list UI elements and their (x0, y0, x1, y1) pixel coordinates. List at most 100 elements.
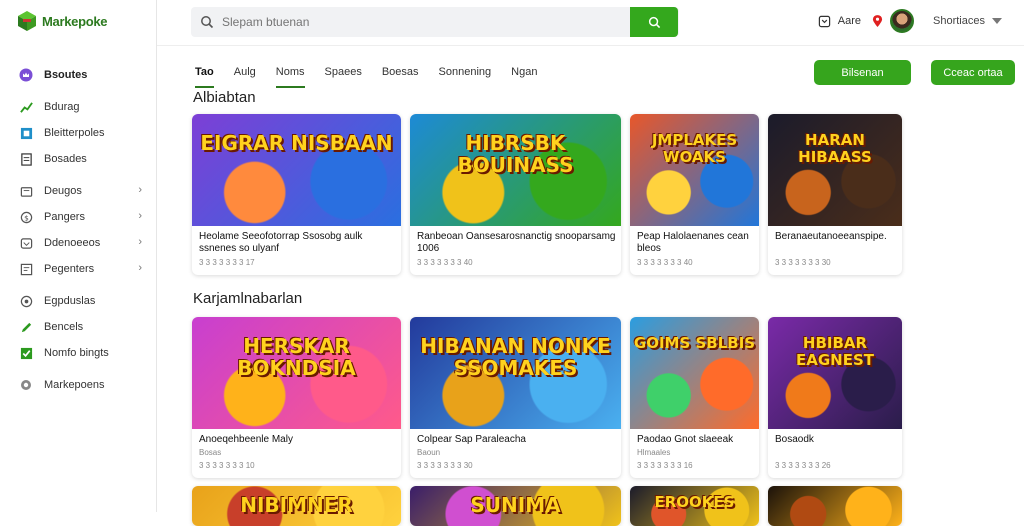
sidebar-item-label: Nomfo bingts (44, 347, 109, 359)
sidebar-item-bosades[interactable]: Bosades (0, 146, 156, 172)
search-button[interactable] (630, 7, 678, 37)
brand-name: Markepoke (42, 13, 108, 29)
section-title: Karjamlnabarlan (193, 290, 303, 307)
game-thumbnail[interactable]: HIBRSBK BOUINASS (410, 114, 621, 226)
sidebar-item-label: Pangers (44, 211, 85, 223)
tab-ngan[interactable]: Ngan (511, 60, 537, 88)
sidebar-item-label: Ddenoeeos (44, 237, 101, 249)
settings-icon (19, 294, 33, 308)
tab-aulg[interactable]: Aulg (234, 60, 256, 88)
notifications-icon[interactable] (818, 15, 831, 28)
sidebar-item-label: Deugos (44, 185, 82, 197)
thumbnail-title: EIGRAR NISBAAN (200, 131, 393, 155)
game-title[interactable]: Beranaeutanoeeanspipe. (775, 231, 897, 243)
thumbnail-title: HARAN HIBAASS (798, 131, 872, 166)
game-thumbnail[interactable]: GOIMS SBLBIS (630, 317, 759, 429)
game-card[interactable]: HERSKAR BOKNDSIA Anoeqehbeenle Maly Bosas 3… (192, 317, 401, 478)
game-card[interactable]: HARAN HIBAASS Beranaeutanoeeanspipe. 3 3 3… (768, 114, 902, 275)
game-card[interactable]: HIBANAN NONKE SSOMAKES Colpear Sap Parale… (410, 317, 621, 478)
game-card[interactable]: NIBIMNER (192, 486, 401, 526)
tab-spaees[interactable]: Spaees (325, 60, 362, 88)
game-thumbnail[interactable]: HBIBAR EAGNEST (768, 317, 902, 429)
tab-noms[interactable]: Noms (275, 60, 305, 88)
brand-logo[interactable]: Markepoke (18, 11, 108, 31)
game-rating: 3 3 3 3 3 3 3 17 (199, 258, 255, 267)
section-title: Albiabtan (193, 89, 256, 106)
top-bar: Aare Shortiaces (157, 0, 1024, 46)
game-title[interactable]: Anoeqehbeenle Maly (199, 434, 396, 446)
game-thumbnail[interactable]: JMPLAKES WOAKS (630, 114, 759, 226)
game-thumbnail[interactable]: EIGRAR NISBAAN (192, 114, 401, 226)
game-card[interactable]: EROOKES (630, 486, 759, 526)
search-icon (648, 16, 660, 28)
thumbnail-title: HIBRSBK BOUINASS (457, 131, 574, 177)
game-card[interactable] (768, 486, 902, 526)
game-title[interactable]: Bosaodk (775, 434, 897, 446)
game-subtitle: Hlmaales (637, 448, 671, 457)
secondary-button[interactable]: Cceac ortaa (931, 60, 1015, 85)
notifications-label[interactable]: Aare (838, 15, 861, 27)
pencil-icon (19, 320, 33, 334)
sidebar-item-label: Bencels (44, 321, 84, 333)
game-title[interactable]: Peap Halolaenanes cean bleos (637, 231, 754, 255)
game-title[interactable]: Colpear Sap Paraleacha (417, 434, 616, 446)
sidebar: Markepoke Bsoutes Bdurag Bleitterpoles Bosa… (0, 0, 157, 512)
game-thumbnail[interactable]: EROOKES (630, 486, 759, 526)
location-pin-icon[interactable] (872, 14, 883, 28)
box-icon (19, 236, 33, 250)
chevron-down-icon[interactable] (992, 18, 1002, 24)
document-icon (19, 152, 33, 166)
sidebar-item-deugos[interactable]: Deugos › (0, 178, 156, 204)
game-thumbnail[interactable]: HARAN HIBAASS (768, 114, 902, 226)
game-title[interactable]: Paodao Gnot slaeeak (637, 434, 754, 446)
thumbnail-title: GOIMS SBLBIS (633, 334, 756, 352)
game-rating: 3 3 3 3 3 3 3 10 (199, 461, 255, 470)
game-thumbnail[interactable]: SUNIMA (410, 486, 621, 526)
game-card[interactable]: HBIBAR EAGNEST Bosaodk 3 3 3 3 3 3 3 26 (768, 317, 902, 478)
game-thumbnail[interactable]: HERSKAR BOKNDSIA (192, 317, 401, 429)
search-icon (201, 16, 214, 29)
crown-icon (19, 68, 33, 82)
thumbnail-title: JMPLAKES WOAKS (651, 131, 738, 166)
game-card[interactable]: HIBRSBK BOUINASS Ranbeoan Oansesarosnanct… (410, 114, 621, 275)
avatar[interactable] (890, 9, 915, 33)
game-thumbnail[interactable]: NIBIMNER (192, 486, 401, 526)
tab-boesas[interactable]: Boesas (382, 60, 419, 88)
game-thumbnail[interactable]: HIBANAN NONKE SSOMAKES (410, 317, 621, 429)
sidebar-item-nomfo-bingts[interactable]: Nomfo bingts (0, 340, 156, 366)
game-thumbnail[interactable] (768, 486, 902, 526)
tab-tao[interactable]: Tao (195, 60, 214, 88)
sidebar-item-label: Bleitterpoles (44, 127, 105, 139)
sidebar-item-label: Bosades (44, 153, 87, 165)
sidebar-item-label: Pegenters (44, 263, 95, 275)
sidebar-item-pegenters[interactable]: Pegenters › (0, 256, 156, 282)
gear-icon (19, 378, 33, 392)
sidebar-item-bsoutes[interactable]: Bsoutes (0, 62, 156, 88)
search-input[interactable] (222, 15, 622, 29)
game-card[interactable]: JMPLAKES WOAKS Peap Halolaenanes cean ble… (630, 114, 759, 275)
sidebar-item-ddenoeeos[interactable]: Ddenoeeos › (0, 230, 156, 256)
chevron-right-icon: › (138, 262, 142, 274)
search-box[interactable] (191, 7, 679, 37)
sidebar-item-bleitterpoles[interactable]: Bleitterpoles (0, 120, 156, 146)
game-title[interactable]: Ranbeoan Oansesarosnanctig snooparsamg 1… (417, 231, 616, 255)
category-tabs: Tao Aulg Noms Spaees Boesas Sonnening Ngan (195, 60, 557, 88)
sidebar-item-pangers[interactable]: $ Pangers › (0, 204, 156, 230)
game-card[interactable]: GOIMS SBLBIS Paodao Gnot slaeeak Hlmaales 3… (630, 317, 759, 478)
game-title[interactable]: Heolame Seeofotorrap Ssosobg aulk ssnene… (199, 231, 396, 255)
game-rating: 3 3 3 3 3 3 3 40 (637, 258, 693, 267)
logo-icon (18, 11, 36, 31)
tab-sonnening[interactable]: Sonnening (439, 60, 492, 88)
sidebar-item-markepoens[interactable]: Markepoens (0, 372, 156, 398)
sidebar-item-bencels[interactable]: Bencels (0, 314, 156, 340)
user-menu-label[interactable]: Shortiaces (933, 15, 985, 27)
primary-button[interactable]: Bilsenan (814, 60, 911, 85)
sidebar-item-bdurag[interactable]: Bdurag (0, 94, 156, 120)
game-card[interactable]: SUNIMA (410, 486, 621, 526)
sidebar-item-label: Bsoutes (44, 69, 88, 81)
game-rating: 3 3 3 3 3 3 3 30 (417, 461, 473, 470)
checkbox-icon (19, 346, 33, 360)
sidebar-item-egpduslas[interactable]: Egpduslas (0, 288, 156, 314)
game-card[interactable]: EIGRAR NISBAAN Heolame Seeofotorrap Ssoso… (192, 114, 401, 275)
thumbnail-title: EROOKES (654, 493, 735, 511)
